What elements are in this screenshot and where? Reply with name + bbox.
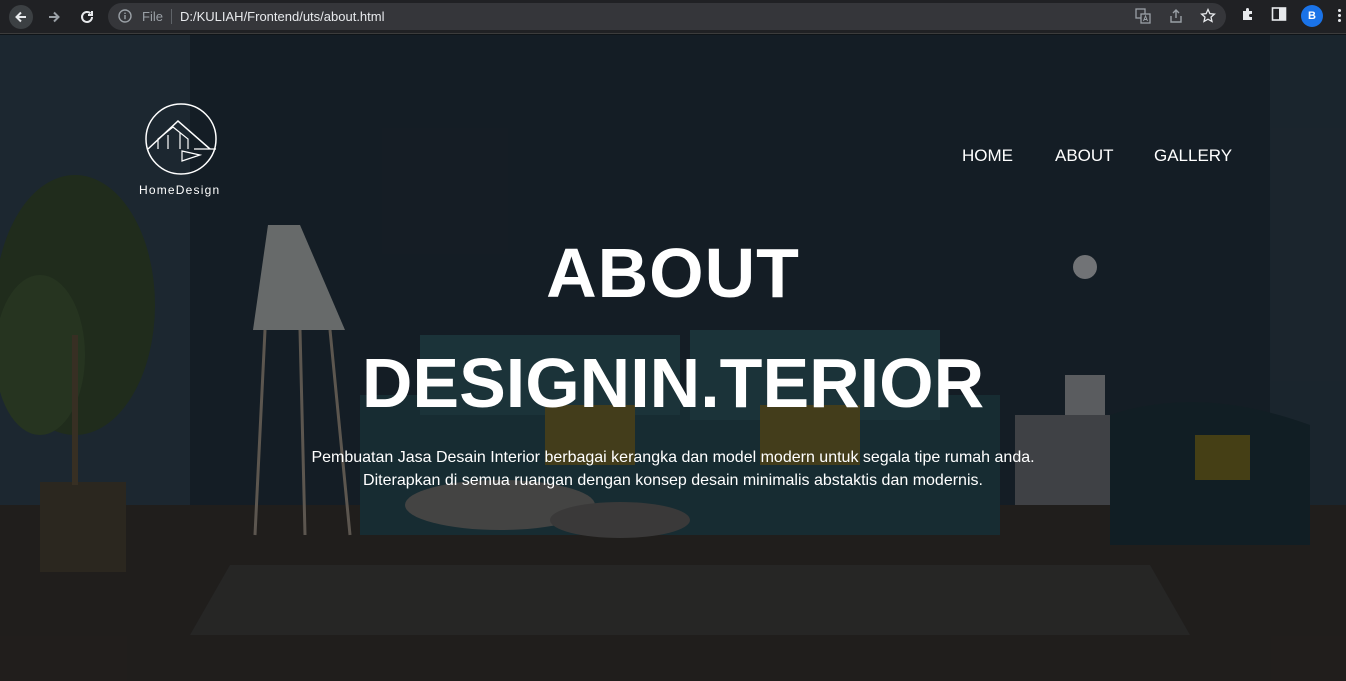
arrow-left-icon xyxy=(15,11,26,23)
back-button[interactable] xyxy=(9,5,33,29)
extensions-icon[interactable] xyxy=(1240,6,1256,22)
side-panel-icon[interactable] xyxy=(1271,6,1287,22)
menu-icon[interactable] xyxy=(1338,9,1341,24)
arrow-right-icon xyxy=(49,11,60,23)
info-icon[interactable] xyxy=(118,9,132,23)
reload-icon xyxy=(81,10,93,23)
profile-avatar[interactable]: B xyxy=(1301,5,1323,27)
omnibox-divider xyxy=(171,9,172,24)
nav-link-about[interactable]: ABOUT xyxy=(1055,146,1114,166)
url-text[interactable]: D:/KULIAH/Frontend/uts/about.html xyxy=(180,9,384,24)
browser-toolbar: File D:/KULIAH/Frontend/uts/about.html B xyxy=(0,0,1346,34)
translate-icon[interactable] xyxy=(1135,8,1151,24)
logo-text[interactable]: HomeDesign xyxy=(139,183,220,197)
nav-link-gallery[interactable]: GALLERY xyxy=(1154,146,1232,166)
star-icon[interactable] xyxy=(1200,8,1216,24)
hero-description: Pembuatan Jasa Desain Interior berbagai … xyxy=(0,446,1346,492)
nav-link-home[interactable]: HOME xyxy=(962,146,1013,166)
hero-title-line1: ABOUT xyxy=(546,234,800,312)
hero-title-line2: DESIGNIN.TERIOR xyxy=(361,344,985,422)
forward-button[interactable] xyxy=(42,5,66,29)
hero-description-line2: Diterapkan di semua ruangan dengan konse… xyxy=(363,472,983,489)
address-bar[interactable]: File D:/KULIAH/Frontend/uts/about.html xyxy=(108,3,1226,30)
reload-button[interactable] xyxy=(75,5,99,29)
hero-description-line1: Pembuatan Jasa Desain Interior berbagai … xyxy=(311,449,1035,466)
hero-section: HomeDesign HOME ABOUT GALLERY ABOUT DESI… xyxy=(0,35,1346,681)
scheme-label: File xyxy=(142,9,163,24)
share-icon[interactable] xyxy=(1168,8,1184,24)
